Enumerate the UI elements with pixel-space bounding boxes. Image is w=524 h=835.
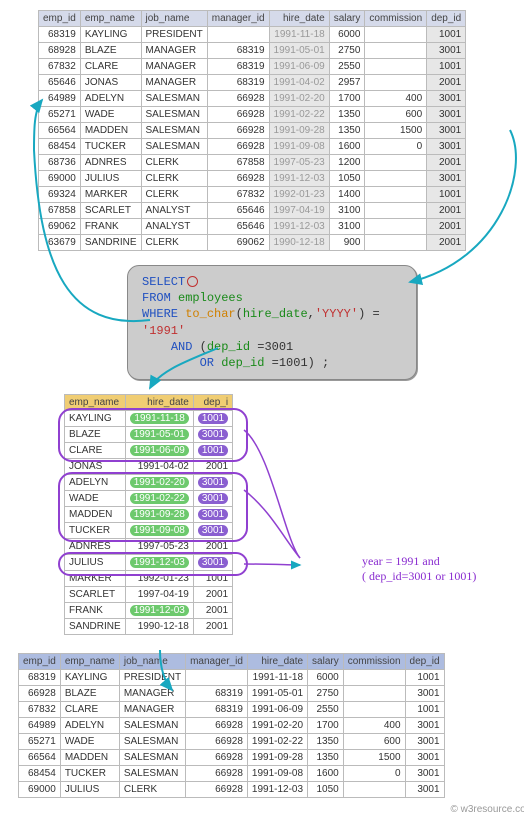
filter-table: emp_namehire_datedep_iKAYLING1991-11-181… [64,394,233,635]
footer: © w3resource.com [10,804,524,815]
sql-query: SELECT FROM employees WHERE to_char(hire… [127,265,417,380]
result-table: emp_idemp_namejob_namemanager_idhire_dat… [18,653,445,798]
diagram: emp_idemp_namejob_namemanager_idhire_dat… [10,10,524,815]
employees-table: emp_idemp_namejob_namemanager_idhire_dat… [38,10,466,251]
asterisk-icon [187,276,198,287]
annotation: year = 1991 and( dep_id=3001 or 1001) [362,554,524,584]
